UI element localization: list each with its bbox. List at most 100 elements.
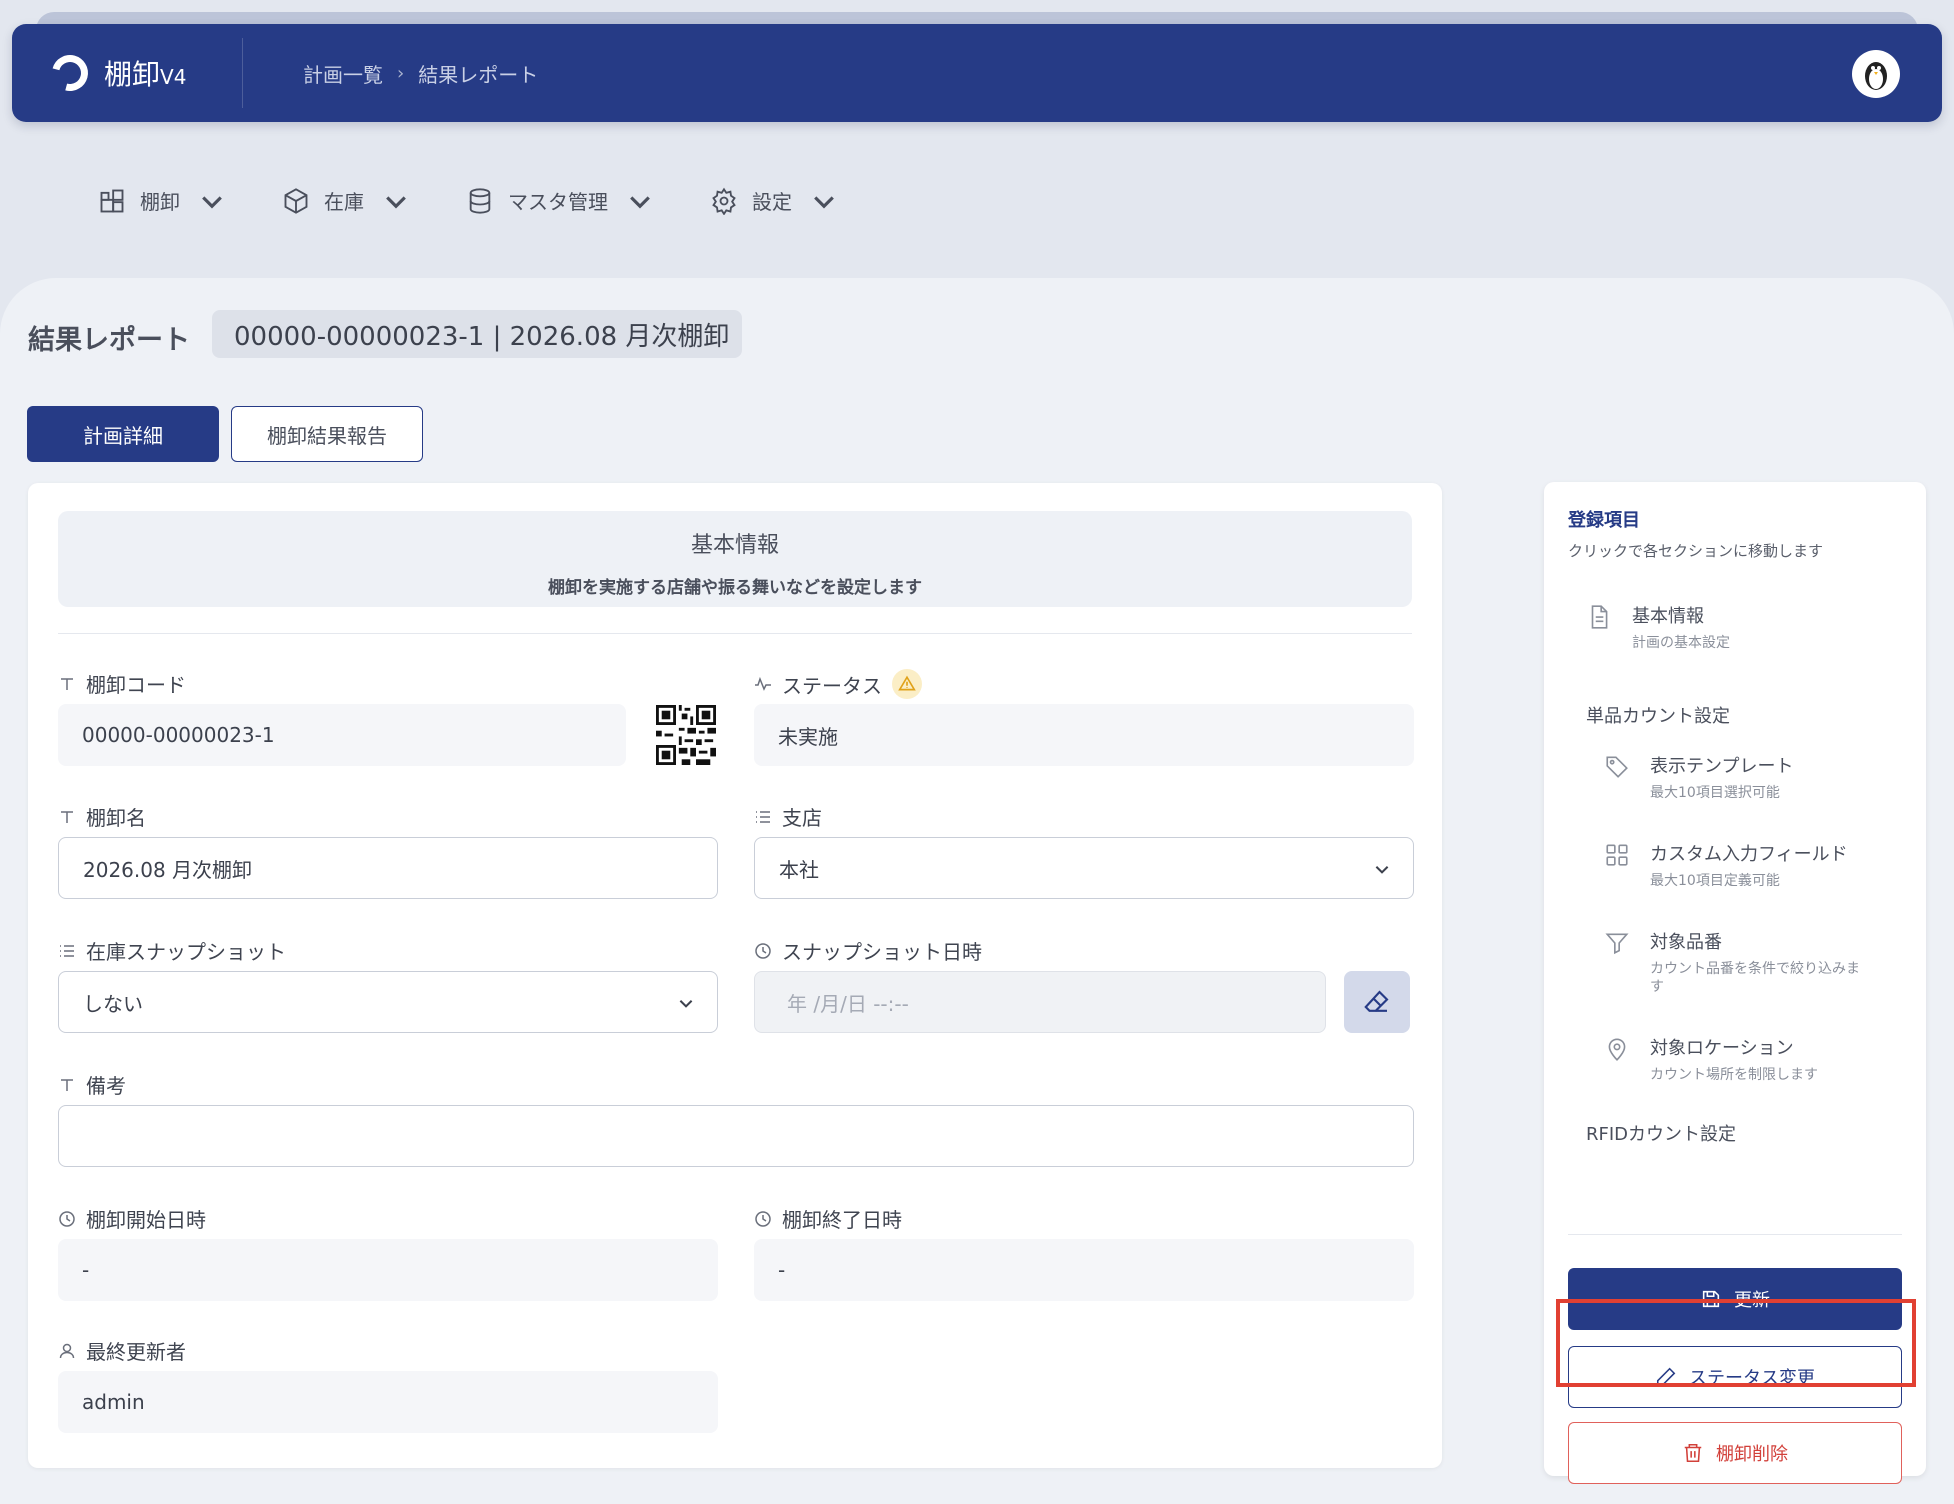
branch-label: 支店 — [754, 802, 822, 831]
breadcrumb-plan-list[interactable]: 計画一覧 — [303, 59, 383, 88]
sidebar-subtitle: クリックで各セクションに移動します — [1568, 542, 1824, 560]
updated-by-field: admin — [58, 1371, 718, 1433]
page-title: 結果レポート — [28, 325, 190, 356]
snapshot-label-text: 在庫スナップショット — [86, 940, 286, 964]
chevron-down-icon — [679, 1000, 693, 1008]
sidebar-item-target-location[interactable]: 対象ロケーション カウント場所を制限します — [1604, 1034, 1818, 1084]
sidebar-item-sub: 最大10項目定義可能 — [1650, 873, 1780, 889]
name-label-text: 棚卸名 — [86, 806, 146, 830]
status-label-text: ステータス — [782, 673, 882, 698]
breadcrumb-result-report: 結果レポート — [418, 62, 539, 87]
nav-inventory-label: 棚卸 — [140, 190, 180, 214]
app-name: 棚卸V4 — [104, 58, 187, 91]
status-change-button[interactable]: ステータス変更 — [1568, 1346, 1902, 1408]
trash-icon — [1684, 1443, 1702, 1463]
end-label-text: 棚卸終了日時 — [782, 1208, 902, 1232]
text-type-icon — [61, 1078, 73, 1091]
divider — [58, 633, 1412, 634]
nav-settings[interactable]: 設定 — [710, 186, 838, 215]
nav-inventory[interactable]: 棚卸 — [98, 186, 226, 215]
clear-datetime-button[interactable] — [1344, 971, 1410, 1033]
nav-stock-label: 在庫 — [324, 190, 364, 214]
name-input[interactable]: 2026.08 月次棚卸 — [58, 837, 718, 899]
sidebar-item-title: 対象品番 — [1650, 932, 1722, 953]
branch-select-value: 本社 — [779, 857, 819, 882]
chevron-down-icon — [814, 195, 834, 208]
snapshot-datetime-label: スナップショット日時 — [754, 936, 982, 965]
chevron-right-icon: › — [397, 62, 405, 84]
start-label-text: 棚卸開始日時 — [86, 1208, 206, 1232]
list-icon — [756, 810, 770, 823]
logo-ring-icon — [45, 48, 95, 98]
delete-button[interactable]: 棚卸削除 — [1568, 1422, 1902, 1484]
updated-by-label: 最終更新者 — [58, 1336, 186, 1365]
user-icon — [59, 1343, 75, 1358]
section-header: 基本情報 棚卸を実施する店舗や振る舞いなどを設定します — [58, 511, 1412, 607]
start-field: - — [58, 1239, 718, 1301]
divider — [1568, 1234, 1902, 1235]
chevron-down-icon — [630, 195, 650, 208]
start-label: 棚卸開始日時 — [58, 1204, 206, 1233]
note-label: 備考 — [58, 1070, 126, 1099]
update-button-label: 更新 — [1734, 1290, 1770, 1311]
updated-by-label-text: 最終更新者 — [86, 1340, 186, 1364]
sidebar-item-target-items[interactable]: 対象品番 カウント品番を条件で絞り込みます — [1604, 928, 1870, 996]
status-field: 未実施 — [754, 704, 1414, 766]
gear-icon — [712, 187, 736, 215]
tab-plan-detail[interactable]: 計画詳細 — [27, 406, 219, 462]
note-input[interactable] — [58, 1105, 1414, 1167]
qr-code-icon[interactable] — [656, 705, 716, 765]
note-label-text: 備考 — [86, 1074, 126, 1098]
list-icon — [60, 944, 74, 957]
delete-button-label: 棚卸削除 — [1716, 1444, 1788, 1465]
sidebar-item-display-template[interactable]: 表示テンプレート 最大10項目選択可能 — [1604, 752, 1793, 802]
nav-master[interactable]: マスタ管理 — [466, 186, 654, 215]
clock-icon — [755, 942, 771, 959]
sidebar-item-custom-fields[interactable]: カスタム入力フィールド 最大10項目定義可能 — [1604, 840, 1848, 890]
sidebar-item-basic-info[interactable]: 基本情報 計画の基本設定 — [1586, 602, 1730, 652]
nav-stock[interactable]: 在庫 — [282, 186, 410, 215]
sidebar-item-title: 対象ロケーション — [1650, 1038, 1794, 1059]
end-label: 棚卸終了日時 — [754, 1204, 902, 1233]
main-content: 結果レポート 00000-00000023-1 | 2026.08 月次棚卸 計… — [0, 278, 1954, 1504]
chevron-down-icon — [202, 195, 222, 208]
sidebar-item-sub: 計画の基本設定 — [1632, 635, 1730, 651]
penguin-icon — [1865, 62, 1887, 90]
database-icon — [469, 187, 491, 214]
tab-result-report[interactable]: 棚卸結果報告 — [231, 406, 423, 462]
code-field: 00000-00000023-1 — [58, 704, 626, 766]
branch-label-text: 支店 — [782, 806, 822, 830]
location-pin-icon — [1608, 1038, 1626, 1061]
clock-icon — [59, 1210, 75, 1227]
activity-icon — [755, 676, 771, 691]
snapshot-select-value: しない — [83, 991, 143, 1016]
text-type-icon — [61, 677, 73, 690]
filter-icon — [1605, 933, 1629, 955]
tag-icon — [1606, 756, 1628, 778]
nav-master-label: マスタ管理 — [508, 190, 608, 214]
chevron-down-icon — [386, 195, 406, 208]
snapshot-datetime-input[interactable]: 年 /月/日 --:-- — [754, 971, 1326, 1033]
plan-code-badge: 00000-00000023-1 | 2026.08 月次棚卸 — [212, 310, 742, 358]
snapshot-select[interactable]: しない — [58, 971, 718, 1033]
update-button[interactable]: 更新 — [1568, 1268, 1902, 1330]
sidebar-item-sub: カウント場所を制限します — [1650, 1067, 1818, 1083]
save-icon — [1702, 1290, 1720, 1308]
sidebar-group-rfid[interactable]: RFIDカウント設定 — [1586, 1120, 1736, 1146]
snapshot-label: 在庫スナップショット — [58, 936, 286, 965]
document-icon — [1591, 605, 1608, 629]
section-subtitle: 棚卸を実施する店舗や振る舞いなどを設定します — [548, 578, 922, 598]
pencil-icon — [1656, 1367, 1676, 1387]
eraser-icon — [1364, 990, 1389, 1012]
end-field: - — [754, 1239, 1414, 1301]
nav-settings-label: 設定 — [752, 190, 792, 214]
user-avatar[interactable] — [1852, 50, 1900, 98]
grid-icon — [1606, 844, 1628, 866]
status-label: ステータス — [754, 669, 922, 699]
branch-select[interactable]: 本社 — [754, 837, 1414, 899]
sidebar-group-unit-count[interactable]: 単品カウント設定 — [1586, 702, 1730, 728]
sidebar-item-sub: カウント品番を条件で絞り込みます — [1650, 961, 1860, 995]
app-logo[interactable]: 棚卸V4 — [45, 48, 242, 98]
breadcrumb: 計画一覧 › 結果レポート — [303, 59, 538, 88]
box-icon — [284, 187, 308, 214]
